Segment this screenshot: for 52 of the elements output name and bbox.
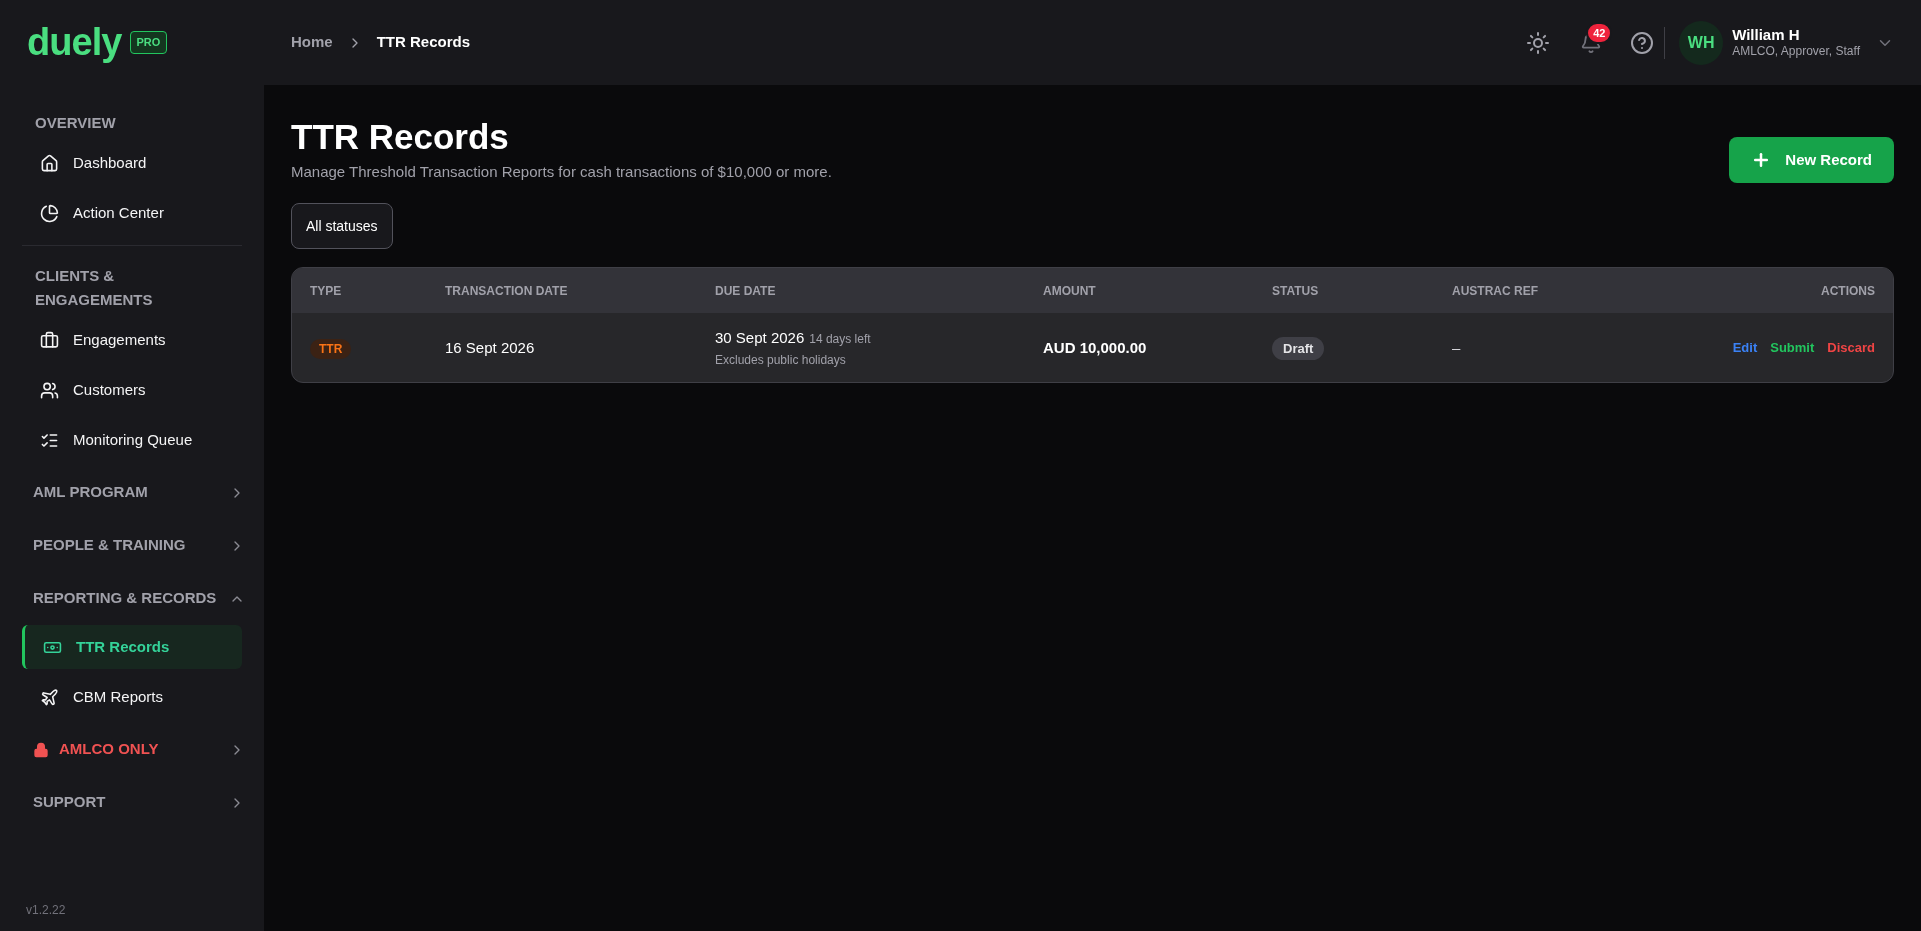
plan-badge: PRO	[129, 31, 168, 54]
breadcrumb-item[interactable]: Home	[291, 31, 333, 54]
section-toggle[interactable]: REPORTING & RECORDS	[33, 572, 245, 625]
breadcrumb-item: TTR Records	[376, 32, 471, 53]
nav-item[interactable]: CBM Reports	[22, 675, 242, 719]
airplane-icon	[40, 687, 59, 707]
briefcase-icon	[40, 330, 59, 350]
action-link[interactable]: Submit	[1770, 338, 1815, 358]
column-header: TRANSACTION DATE	[445, 283, 568, 298]
nav-item[interactable]: Monitoring Queue	[22, 418, 242, 462]
sun-icon[interactable]	[1526, 30, 1551, 55]
column-header: AUSTRAC REF	[1452, 283, 1538, 298]
notification-count: 42	[1586, 21, 1613, 44]
page-subtitle: Manage Threshold Transaction Reports for cash transactions of $10,000 or more.	[291, 161, 832, 182]
nav-item[interactable]: Engagements	[22, 318, 242, 362]
nav-item[interactable]: Dashboard	[22, 141, 242, 185]
section-heading: CLIENTS & ENGAGEMENTS	[35, 267, 153, 308]
help-icon[interactable]	[1630, 30, 1655, 55]
table-cell: 16 Sept 2026	[445, 338, 535, 356]
section-toggle[interactable]: PEOPLE & TRAINING	[33, 519, 245, 572]
nav-item[interactable]: TTR Records	[22, 625, 242, 669]
column-header: STATUS	[1272, 283, 1319, 298]
action-link[interactable]: Edit	[1732, 338, 1758, 358]
column-header: TYPE	[310, 283, 342, 298]
amount: AUD 10,000.00	[1043, 338, 1147, 356]
pie-chart-icon	[40, 203, 59, 223]
home-icon	[40, 153, 59, 173]
table-cell: –	[1452, 338, 1461, 356]
type-tag: TTR	[310, 338, 352, 359]
avatar[interactable]: WH	[1679, 20, 1724, 65]
user-name: William H	[1732, 25, 1801, 45]
lock-icon	[33, 741, 49, 758]
user-roles: AMLCO, Approver, Staff	[1732, 44, 1860, 60]
column-header: AMOUNT	[1043, 283, 1096, 298]
nav-item[interactable]: Action Center	[22, 191, 242, 235]
section-toggle[interactable]: AML PROGRAM	[33, 466, 245, 519]
due-note: Excludes public holidays	[715, 352, 847, 369]
status-tag: Draft	[1272, 336, 1325, 360]
column-header: DUE DATE	[715, 283, 776, 298]
section-toggle[interactable]: SUPPORT	[33, 776, 245, 829]
days-left: 14 days left	[809, 330, 871, 348]
section-heading: OVERVIEW	[35, 114, 116, 131]
logo: duely	[27, 20, 122, 65]
nav-item[interactable]: Customers	[22, 368, 242, 412]
version-label: v1.2.22	[26, 903, 66, 917]
section-toggle[interactable]: AMLCO ONLY	[33, 723, 245, 776]
action-link[interactable]: Discard	[1827, 338, 1875, 358]
users-icon	[40, 380, 59, 400]
due-date: 30 Sept 2026	[715, 327, 805, 348]
page-title: TTR Records	[291, 116, 510, 158]
status-filter[interactable]: All statuses	[291, 203, 393, 250]
column-header: ACTIONS	[1821, 283, 1875, 298]
